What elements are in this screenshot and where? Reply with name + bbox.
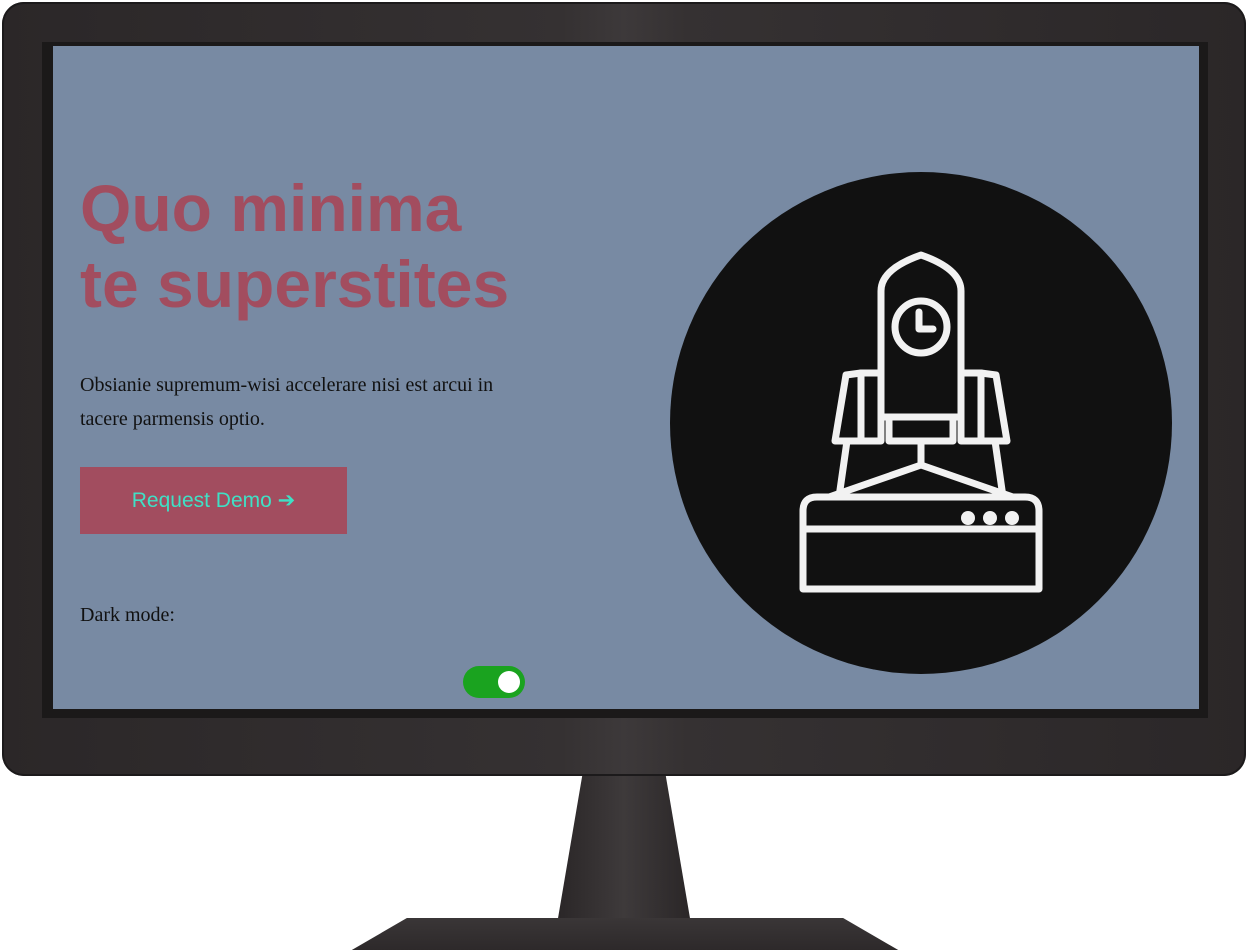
- illustration-circle: [670, 172, 1172, 674]
- toggle-knob: [498, 671, 520, 693]
- hero-description: Obsianie supremum-wisi accelerare nisi e…: [80, 374, 494, 430]
- dark-mode-label: Dark mode:: [80, 604, 175, 626]
- monitor-stand-neck: [556, 770, 692, 930]
- monitor-stand-base: [338, 918, 912, 950]
- hero-title: Quo minima te superstites: [80, 170, 600, 322]
- hero-title-line-2: te superstites: [80, 247, 510, 321]
- hero-title-line-1: Quo minima: [80, 171, 462, 245]
- dark-mode-toggle[interactable]: [463, 666, 525, 698]
- monitor-screen: Quo minima te superstites Obsianie supre…: [53, 46, 1199, 709]
- rocket-launch-icon: [670, 172, 1172, 674]
- request-demo-button[interactable]: Request Demo ➔: [80, 467, 347, 534]
